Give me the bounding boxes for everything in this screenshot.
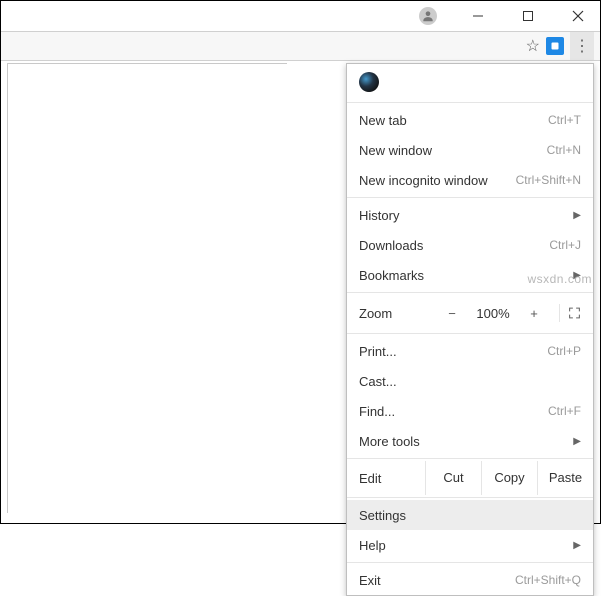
menu-separator xyxy=(347,102,593,103)
fullscreen-button[interactable] xyxy=(559,304,581,322)
menu-cast[interactable]: Cast... xyxy=(347,366,593,396)
edit-label: Edit xyxy=(359,471,425,486)
menu-downloads[interactable]: Downloads Ctrl+J xyxy=(347,230,593,260)
menu-exit[interactable]: Exit Ctrl+Shift+Q xyxy=(347,565,593,595)
menu-item-shortcut: Ctrl+J xyxy=(549,238,581,252)
menu-separator xyxy=(347,458,593,459)
menu-item-shortcut: Ctrl+Shift+N xyxy=(516,173,581,187)
menu-item-shortcut: Ctrl+F xyxy=(548,404,581,418)
maximize-icon xyxy=(522,10,534,22)
menu-item-label: New window xyxy=(359,143,432,158)
menu-zoom: Zoom − 100% + xyxy=(347,295,593,331)
chevron-right-icon: ▶ xyxy=(573,436,581,447)
menu-separator xyxy=(347,497,593,498)
menu-item-shortcut: Ctrl+P xyxy=(547,344,581,358)
extension-button[interactable] xyxy=(546,37,564,55)
chevron-right-icon: ▶ xyxy=(573,210,581,221)
menu-item-label: More tools xyxy=(359,434,420,449)
window-titlebar xyxy=(1,1,600,31)
zoom-value: 100% xyxy=(473,306,513,321)
menu-separator xyxy=(347,562,593,563)
browser-logo-icon xyxy=(359,72,379,92)
cut-button[interactable]: Cut xyxy=(425,461,481,495)
menu-header xyxy=(347,64,593,100)
menu-find[interactable]: Find... Ctrl+F xyxy=(347,396,593,426)
menu-button[interactable]: ⋮ xyxy=(570,32,594,60)
menu-item-label: History xyxy=(359,208,399,223)
page-content-frame xyxy=(7,63,287,513)
browser-toolbar: ☆ ⋮ xyxy=(1,31,600,61)
menu-item-shortcut: Ctrl+T xyxy=(548,113,581,127)
minimize-button[interactable] xyxy=(464,2,492,30)
fullscreen-icon xyxy=(568,306,581,320)
menu-history[interactable]: History ▶ xyxy=(347,200,593,230)
menu-new-window[interactable]: New window Ctrl+N xyxy=(347,135,593,165)
maximize-button[interactable] xyxy=(514,2,542,30)
menu-separator xyxy=(347,292,593,293)
menu-new-tab[interactable]: New tab Ctrl+T xyxy=(347,105,593,135)
menu-item-label: New tab xyxy=(359,113,407,128)
extension-icon xyxy=(549,40,561,52)
menu-item-label: Help xyxy=(359,538,386,553)
menu-separator xyxy=(347,333,593,334)
close-icon xyxy=(572,10,584,22)
menu-item-label: Bookmarks xyxy=(359,268,424,283)
menu-item-shortcut: Ctrl+N xyxy=(547,143,581,157)
menu-item-label: Exit xyxy=(359,573,381,588)
menu-item-label: Settings xyxy=(359,508,406,523)
paste-button[interactable]: Paste xyxy=(537,461,593,495)
menu-separator xyxy=(347,197,593,198)
menu-new-incognito[interactable]: New incognito window Ctrl+Shift+N xyxy=(347,165,593,195)
close-window-button[interactable] xyxy=(564,2,592,30)
menu-settings[interactable]: Settings xyxy=(347,500,593,530)
chrome-menu: New tab Ctrl+T New window Ctrl+N New inc… xyxy=(346,63,594,596)
menu-edit: Edit Cut Copy Paste xyxy=(347,461,593,495)
menu-item-label: New incognito window xyxy=(359,173,488,188)
zoom-label: Zoom xyxy=(359,306,431,321)
menu-item-label: Find... xyxy=(359,404,395,419)
zoom-out-button[interactable]: − xyxy=(441,306,463,321)
user-icon xyxy=(419,7,437,25)
menu-more-tools[interactable]: More tools ▶ xyxy=(347,426,593,456)
chevron-right-icon: ▶ xyxy=(573,270,581,281)
menu-bookmarks[interactable]: Bookmarks ▶ xyxy=(347,260,593,290)
zoom-in-button[interactable]: + xyxy=(523,306,545,321)
menu-item-label: Downloads xyxy=(359,238,423,253)
menu-item-shortcut: Ctrl+Shift+Q xyxy=(515,573,581,587)
menu-item-label: Print... xyxy=(359,344,397,359)
menu-print[interactable]: Print... Ctrl+P xyxy=(347,336,593,366)
kebab-icon: ⋮ xyxy=(574,36,590,56)
menu-help[interactable]: Help ▶ xyxy=(347,530,593,560)
copy-button[interactable]: Copy xyxy=(481,461,537,495)
minimize-icon xyxy=(472,10,484,22)
profile-button[interactable] xyxy=(414,2,442,30)
chevron-right-icon: ▶ xyxy=(573,540,581,551)
menu-item-label: Cast... xyxy=(359,374,397,389)
bookmark-star-icon[interactable]: ☆ xyxy=(526,36,540,56)
